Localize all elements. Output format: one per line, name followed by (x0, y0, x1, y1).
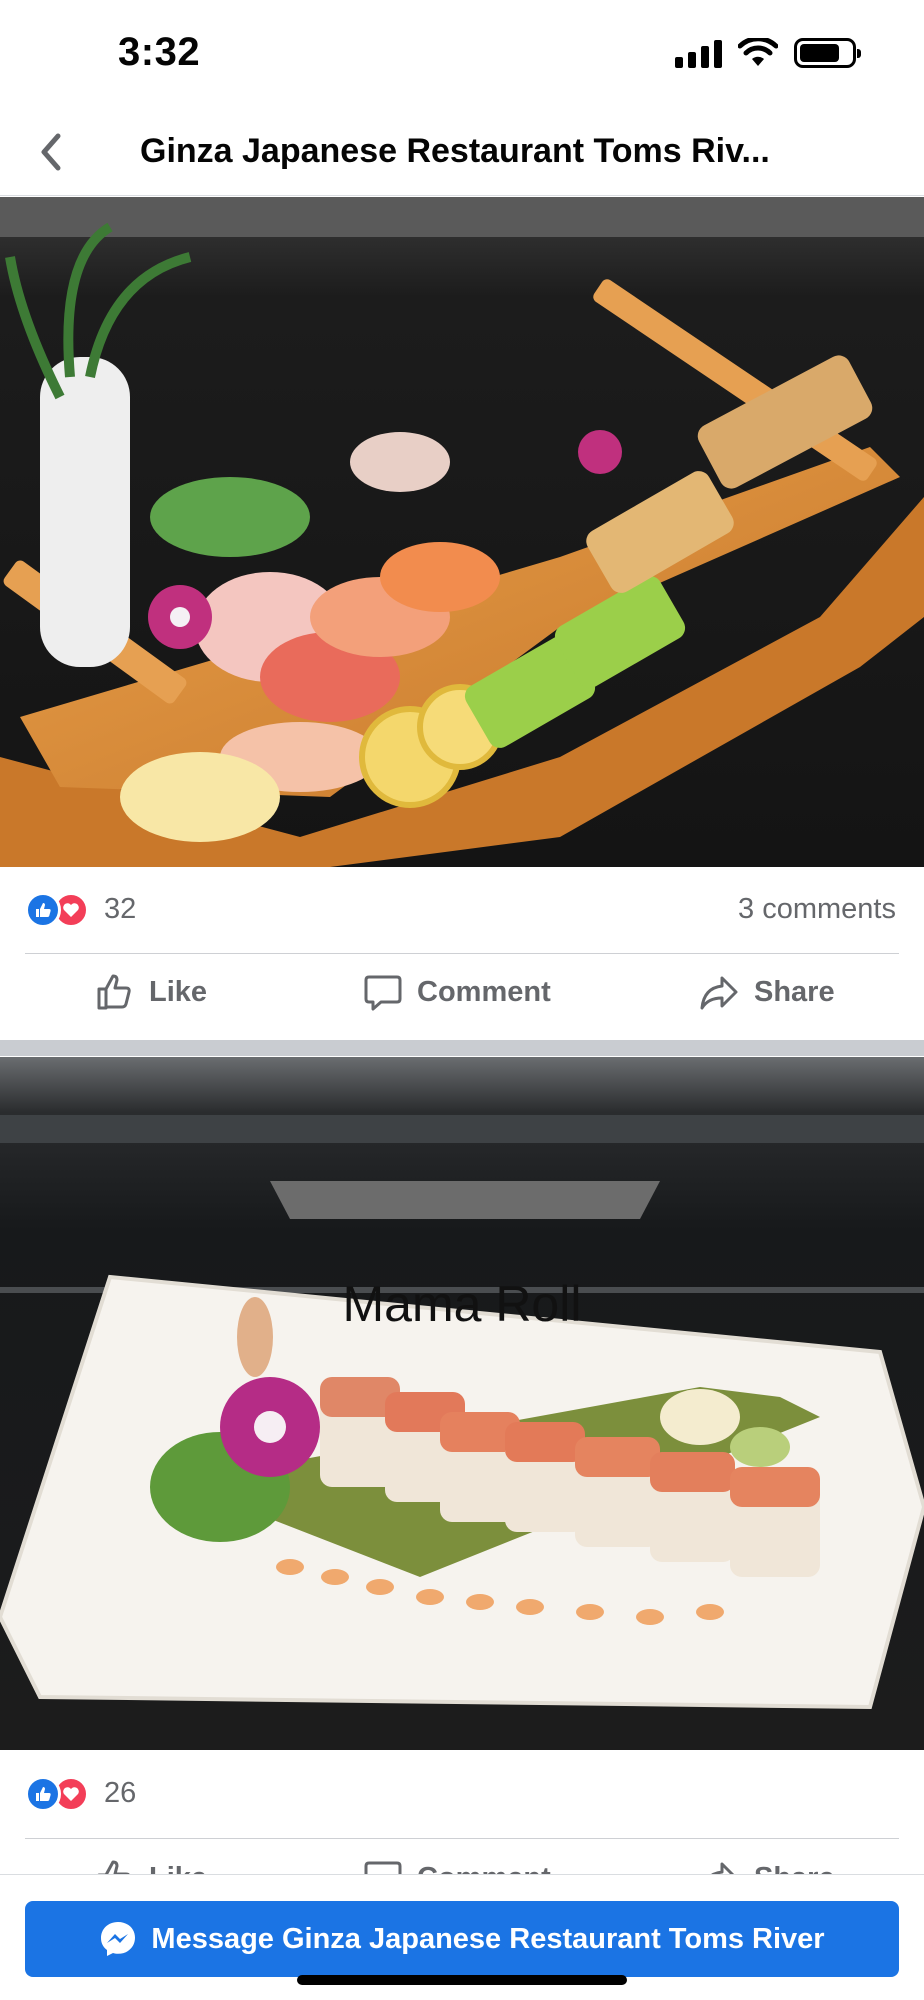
post-photo-mama-roll[interactable]: Mama Roll (0, 1057, 924, 1750)
photo-caption: Mama Roll (342, 1276, 582, 1332)
share-label: Share (754, 975, 835, 1008)
comment-button[interactable]: Comment (363, 972, 551, 1012)
wifi-icon (738, 38, 778, 66)
like-label: Like (149, 975, 208, 1008)
navigation-bar: Ginza Japanese Restaurant Toms Riv... (0, 110, 924, 196)
status-bar: 3:32 (0, 0, 924, 110)
bottom-message-bar: Message Ginza Japanese Restaurant Toms R… (0, 1874, 924, 2000)
status-icons (675, 38, 861, 68)
message-page-button[interactable]: Message Ginza Japanese Restaurant Toms R… (25, 1901, 899, 1977)
reaction-icons[interactable] (25, 892, 89, 928)
comment-label: Comment (417, 975, 551, 1008)
post-photo-sushi-boat[interactable] (0, 197, 924, 867)
divider (25, 1838, 899, 1839)
post-2-reactions-row: 26 (0, 1752, 924, 1838)
post-1-actions-row: Like Comment Share (0, 954, 924, 1038)
back-button[interactable] (26, 126, 76, 178)
home-indicator (297, 1975, 627, 1985)
like-button[interactable]: Like (95, 972, 207, 1012)
battery-icon (794, 38, 861, 68)
reaction-count[interactable]: 26 (104, 1777, 136, 1810)
status-time: 3:32 (118, 30, 201, 74)
share-button[interactable]: Share (698, 972, 835, 1012)
post-1-reactions-row: 32 3 comments (0, 868, 924, 954)
share-arrow-icon (700, 976, 738, 1010)
cellular-signal-icon (675, 38, 722, 68)
like-reaction-icon (25, 1776, 61, 1812)
reaction-count[interactable]: 32 (104, 893, 136, 926)
message-button-label: Message Ginza Japanese Restaurant Toms R… (151, 1922, 825, 1955)
comments-count[interactable]: 3 comments (738, 893, 896, 926)
back-chevron-icon (41, 133, 61, 171)
post-separator (0, 1040, 924, 1056)
page-title: Ginza Japanese Restaurant Toms Riv... (140, 132, 770, 170)
thumbs-up-icon (97, 974, 131, 1010)
reaction-icons[interactable] (25, 1776, 89, 1812)
like-reaction-icon (25, 892, 61, 928)
messenger-icon (101, 1922, 136, 1956)
comment-bubble-icon (364, 975, 402, 1011)
